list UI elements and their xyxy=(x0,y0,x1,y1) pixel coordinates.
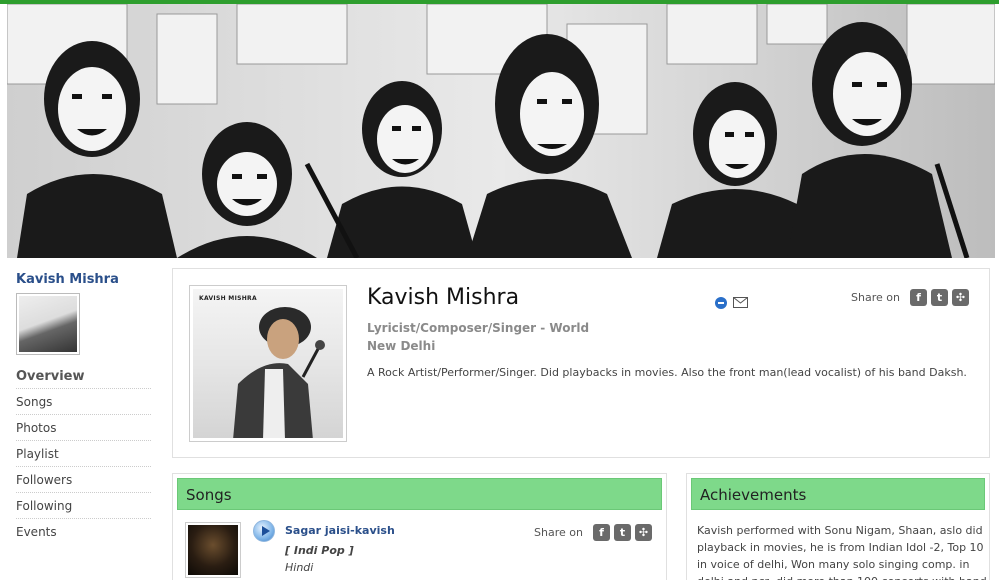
sidebar-item-songs[interactable]: Songs xyxy=(16,389,151,415)
profile-city: New Delhi xyxy=(367,339,436,353)
achievements-text: Kavish performed with Sonu Nigam, Shaan,… xyxy=(697,524,987,580)
sidebar-item-following[interactable]: Following xyxy=(16,493,151,519)
profile-actions xyxy=(715,293,748,312)
achievements-panel: Achievements Kavish performed with Sonu … xyxy=(686,473,990,580)
profile-photo: KAVISH MISHRA xyxy=(189,285,347,442)
song-language: Hindi xyxy=(285,561,314,574)
songs-panel: Songs Sagar jaisi-kavish [ Indi Pop ] Hi… xyxy=(172,473,667,580)
sidebar-avatar[interactable] xyxy=(16,293,80,355)
sidebar-item-events[interactable]: Events xyxy=(16,519,151,545)
sidebar-item-playlist[interactable]: Playlist xyxy=(16,441,151,467)
sidebar-item-photos[interactable]: Photos xyxy=(16,415,151,441)
twitter-icon[interactable]: t xyxy=(614,524,631,541)
song-title-link[interactable]: Sagar jaisi-kavish xyxy=(285,524,395,537)
share-label: Share on xyxy=(851,291,900,304)
achievements-heading: Achievements xyxy=(691,478,985,510)
song-share: Share on f t ✣ xyxy=(534,524,652,541)
sidebar-artist-name[interactable]: Kavish Mishra xyxy=(16,270,151,290)
sidebar-item-followers[interactable]: Followers xyxy=(16,467,151,493)
facebook-icon[interactable]: f xyxy=(910,289,927,306)
song-share-label: Share on xyxy=(534,526,583,539)
songs-heading: Songs xyxy=(177,478,662,510)
myspace-icon[interactable]: ✣ xyxy=(952,289,969,306)
facebook-icon[interactable]: f xyxy=(593,524,610,541)
profile-description: A Rock Artist/Performer/Singer. Did play… xyxy=(367,366,967,379)
sidebar: Kavish Mishra Overview Songs Photos Play… xyxy=(16,270,151,545)
band-banner-image xyxy=(7,4,995,258)
profile-card: KAVISH MISHRA Kavish Mishra Lyricist/Com… xyxy=(172,268,990,458)
profile-share: Share on f t ✣ xyxy=(851,289,969,306)
myspace-icon[interactable]: ✣ xyxy=(635,524,652,541)
nav-overview[interactable]: Overview xyxy=(16,365,151,389)
profile-name: Kavish Mishra xyxy=(367,285,520,310)
twitter-icon[interactable]: t xyxy=(931,289,948,306)
profile-role: Lyricist/Composer/Singer - World xyxy=(367,321,590,335)
song-genre: [ Indi Pop ] xyxy=(285,544,354,557)
song-thumbnail[interactable] xyxy=(185,522,241,578)
follow-icon[interactable] xyxy=(715,296,727,309)
play-icon[interactable] xyxy=(253,520,275,542)
message-icon[interactable] xyxy=(733,293,748,312)
